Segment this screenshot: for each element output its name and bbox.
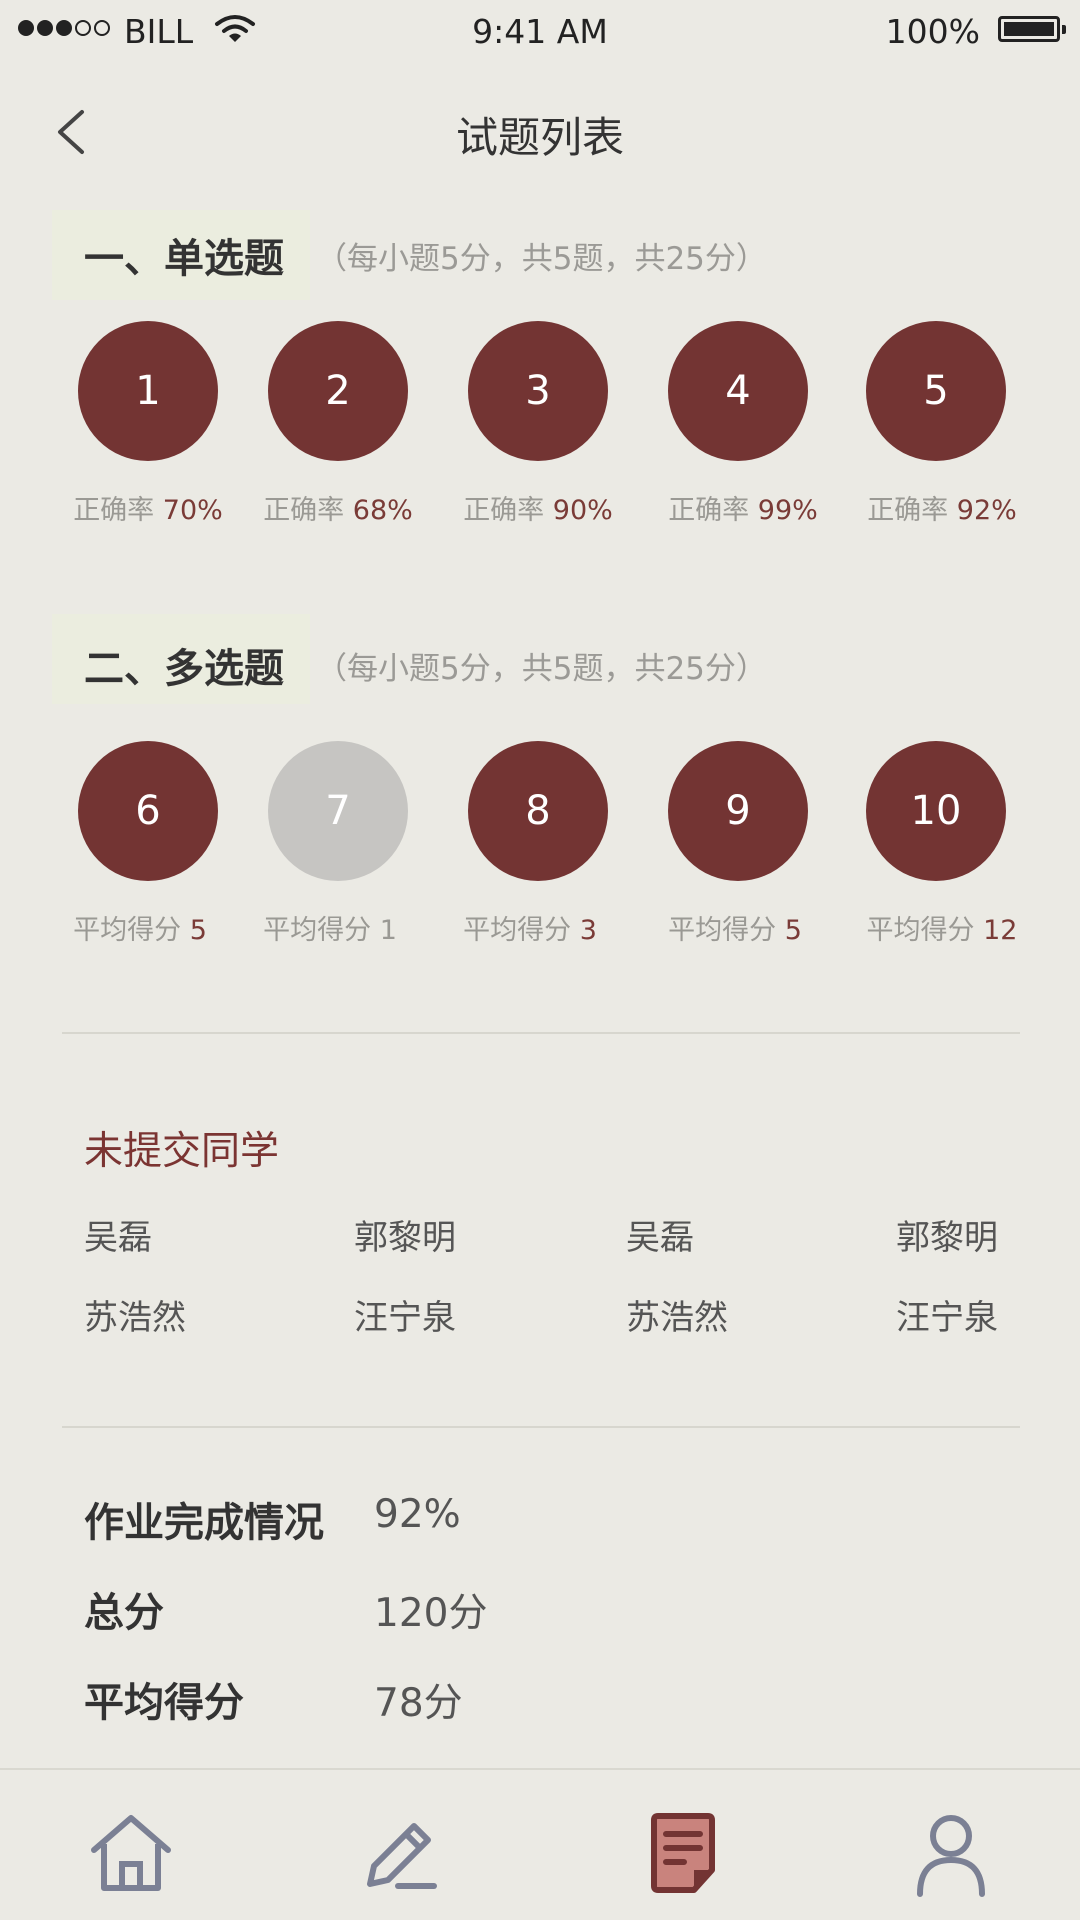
student-name: 吴磊 bbox=[84, 1218, 152, 1258]
average-label: 平均得分 bbox=[263, 915, 372, 946]
user-icon[interactable] bbox=[906, 1808, 996, 1898]
section-title-single-choice: 一、单选题 bbox=[84, 236, 284, 282]
completion-value: 92% bbox=[374, 1492, 461, 1537]
student-name: 苏浩然 bbox=[626, 1298, 728, 1338]
total-score-value: 120分 bbox=[374, 1591, 488, 1636]
status-bar: BILL 9:41 AM 100% bbox=[0, 0, 1080, 64]
divider bbox=[62, 1426, 1020, 1428]
question-2-button[interactable]: 2 bbox=[268, 321, 408, 461]
accuracy-label: 正确率 bbox=[463, 495, 545, 526]
total-score-label: 总分 bbox=[84, 1590, 164, 1636]
question-10-button[interactable]: 10 bbox=[866, 741, 1006, 881]
accuracy-label: 正确率 bbox=[668, 495, 750, 526]
question-10-average: 平均得分 12 bbox=[842, 908, 1042, 947]
question-8-average: 平均得分 3 bbox=[430, 908, 630, 947]
average-label: 平均得分 bbox=[866, 915, 975, 946]
question-6-average: 平均得分 5 bbox=[40, 908, 240, 947]
student-name: 郭黎明 bbox=[896, 1218, 998, 1258]
question-6-button[interactable]: 6 bbox=[78, 741, 218, 881]
accuracy-value: 99% bbox=[757, 495, 818, 526]
average-label: 平均得分 bbox=[73, 915, 182, 946]
accuracy-value: 92% bbox=[956, 495, 1017, 526]
average-value: 5 bbox=[189, 915, 207, 946]
average-score-value: 78分 bbox=[374, 1681, 463, 1726]
section-note-single-choice: （每小题5分，共5题，共25分） bbox=[316, 241, 767, 277]
question-4-button[interactable]: 4 bbox=[668, 321, 808, 461]
student-name: 郭黎明 bbox=[354, 1218, 456, 1258]
question-8-button[interactable]: 8 bbox=[468, 741, 608, 881]
accuracy-label: 正确率 bbox=[263, 495, 345, 526]
question-9-button[interactable]: 9 bbox=[668, 741, 808, 881]
section-note-multiple-choice: （每小题5分，共5题，共25分） bbox=[316, 651, 767, 687]
question-1-button[interactable]: 1 bbox=[78, 321, 218, 461]
student-name: 汪宁泉 bbox=[896, 1298, 998, 1338]
tab-bar-divider bbox=[0, 1768, 1080, 1770]
question-7-average: 平均得分 1 bbox=[230, 908, 430, 947]
question-1-accuracy: 正确率 70% bbox=[48, 488, 248, 527]
accuracy-value: 70% bbox=[162, 495, 223, 526]
average-label: 平均得分 bbox=[668, 915, 777, 946]
question-4-accuracy: 正确率 99% bbox=[643, 488, 843, 527]
question-3-accuracy: 正确率 90% bbox=[438, 488, 638, 527]
student-name: 吴磊 bbox=[626, 1218, 694, 1258]
completion-label: 作业完成情况 bbox=[84, 1500, 324, 1546]
battery-icon bbox=[998, 16, 1066, 42]
battery-percentage: 100% bbox=[885, 12, 980, 51]
question-2-accuracy: 正确率 68% bbox=[238, 488, 438, 527]
question-3-button[interactable]: 3 bbox=[468, 321, 608, 461]
accuracy-label: 正确率 bbox=[867, 495, 949, 526]
question-5-accuracy: 正确率 92% bbox=[842, 488, 1042, 527]
question-5-button[interactable]: 5 bbox=[866, 321, 1006, 461]
student-name: 汪宁泉 bbox=[354, 1298, 456, 1338]
accuracy-label: 正确率 bbox=[73, 495, 155, 526]
average-value: 12 bbox=[983, 915, 1018, 946]
document-icon[interactable] bbox=[638, 1808, 728, 1898]
home-icon[interactable] bbox=[86, 1808, 176, 1898]
student-name: 苏浩然 bbox=[84, 1298, 186, 1338]
divider bbox=[62, 1032, 1020, 1034]
average-value: 5 bbox=[784, 915, 802, 946]
section-title-multiple-choice: 二、多选题 bbox=[84, 646, 284, 692]
average-label: 平均得分 bbox=[463, 915, 572, 946]
average-value: 1 bbox=[379, 915, 397, 946]
average-score-label: 平均得分 bbox=[84, 1680, 244, 1726]
pen-icon[interactable] bbox=[356, 1808, 446, 1898]
page-title: 试题列表 bbox=[455, 113, 624, 162]
average-value: 3 bbox=[579, 915, 597, 946]
accuracy-value: 90% bbox=[552, 495, 613, 526]
unsubmitted-students-title: 未提交同学 bbox=[84, 1129, 280, 1174]
question-9-average: 平均得分 5 bbox=[635, 908, 835, 947]
accuracy-value: 68% bbox=[352, 495, 413, 526]
question-7-button[interactable]: 7 bbox=[268, 741, 408, 881]
